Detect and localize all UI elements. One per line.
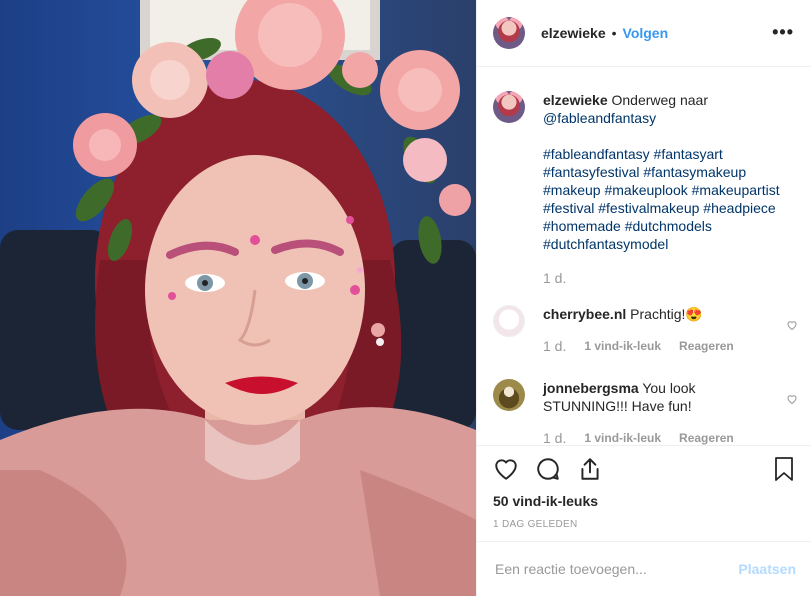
post-panel: elzewieke • Volgen ••• elzewieke Onderwe… (476, 0, 811, 596)
separator-dot: • (611, 25, 617, 41)
bookmark-icon[interactable] (772, 456, 796, 482)
comment-input[interactable] (493, 560, 739, 578)
caption-text: Onderweg naar (611, 92, 709, 108)
post-comment-button[interactable]: Plaatsen (738, 561, 796, 577)
likes-count[interactable]: 50 vind-ik-leuks (493, 493, 598, 509)
commenter-avatar[interactable] (493, 305, 525, 337)
comment-heart-icon[interactable] (786, 319, 798, 331)
comments-list[interactable]: elzewieke Onderweg naar @fableandfantasy… (477, 67, 811, 445)
comment-likes[interactable]: 1 vind-ik-leuk (584, 337, 661, 355)
comment-icon[interactable] (535, 456, 561, 482)
commenter-avatar[interactable] (493, 379, 525, 411)
comment-heart-icon[interactable] (786, 393, 798, 405)
heart-icon[interactable] (493, 456, 519, 482)
more-options-icon[interactable]: ••• (772, 22, 794, 43)
caption-hashtags[interactable]: #fableandfantasy #fantasyart #fantasyfes… (543, 146, 780, 252)
comment-text: Prachtig!😍 (630, 306, 703, 322)
author-avatar[interactable] (493, 17, 525, 49)
comment-username[interactable]: cherrybee.nl (543, 306, 626, 322)
caption-time[interactable]: 1 d. (543, 269, 566, 287)
comment-item: cherrybee.nl Prachtig!😍 1 d. 1 vind-ik-l… (493, 305, 798, 355)
portrait-illustration (0, 0, 476, 596)
caption: elzewieke Onderweg naar @fableandfantasy… (493, 91, 798, 287)
post-date[interactable]: 1 DAG GELEDEN (493, 519, 577, 530)
comment-time[interactable]: 1 d. (543, 429, 566, 445)
caption-mention[interactable]: @fableandfantasy (543, 110, 656, 126)
author-username[interactable]: elzewieke (541, 25, 606, 41)
caption-avatar[interactable] (493, 91, 525, 123)
add-comment-bar: Plaatsen (477, 541, 811, 596)
instagram-post: elzewieke • Volgen ••• elzewieke Onderwe… (0, 0, 811, 596)
post-photo[interactable] (0, 0, 476, 596)
comment-username[interactable]: jonnebergsma (543, 380, 639, 396)
comment-time[interactable]: 1 d. (543, 337, 566, 355)
caption-username[interactable]: elzewieke (543, 92, 608, 108)
reply-button[interactable]: Reageren (679, 337, 734, 355)
follow-button[interactable]: Volgen (623, 25, 669, 41)
share-icon[interactable] (577, 456, 603, 482)
reply-button[interactable]: Reageren (679, 429, 734, 445)
post-header: elzewieke • Volgen ••• (477, 0, 811, 67)
comment-likes[interactable]: 1 vind-ik-leuk (584, 429, 661, 445)
comment-item: jonnebergsma You look STUNNING!!! Have f… (493, 379, 798, 445)
